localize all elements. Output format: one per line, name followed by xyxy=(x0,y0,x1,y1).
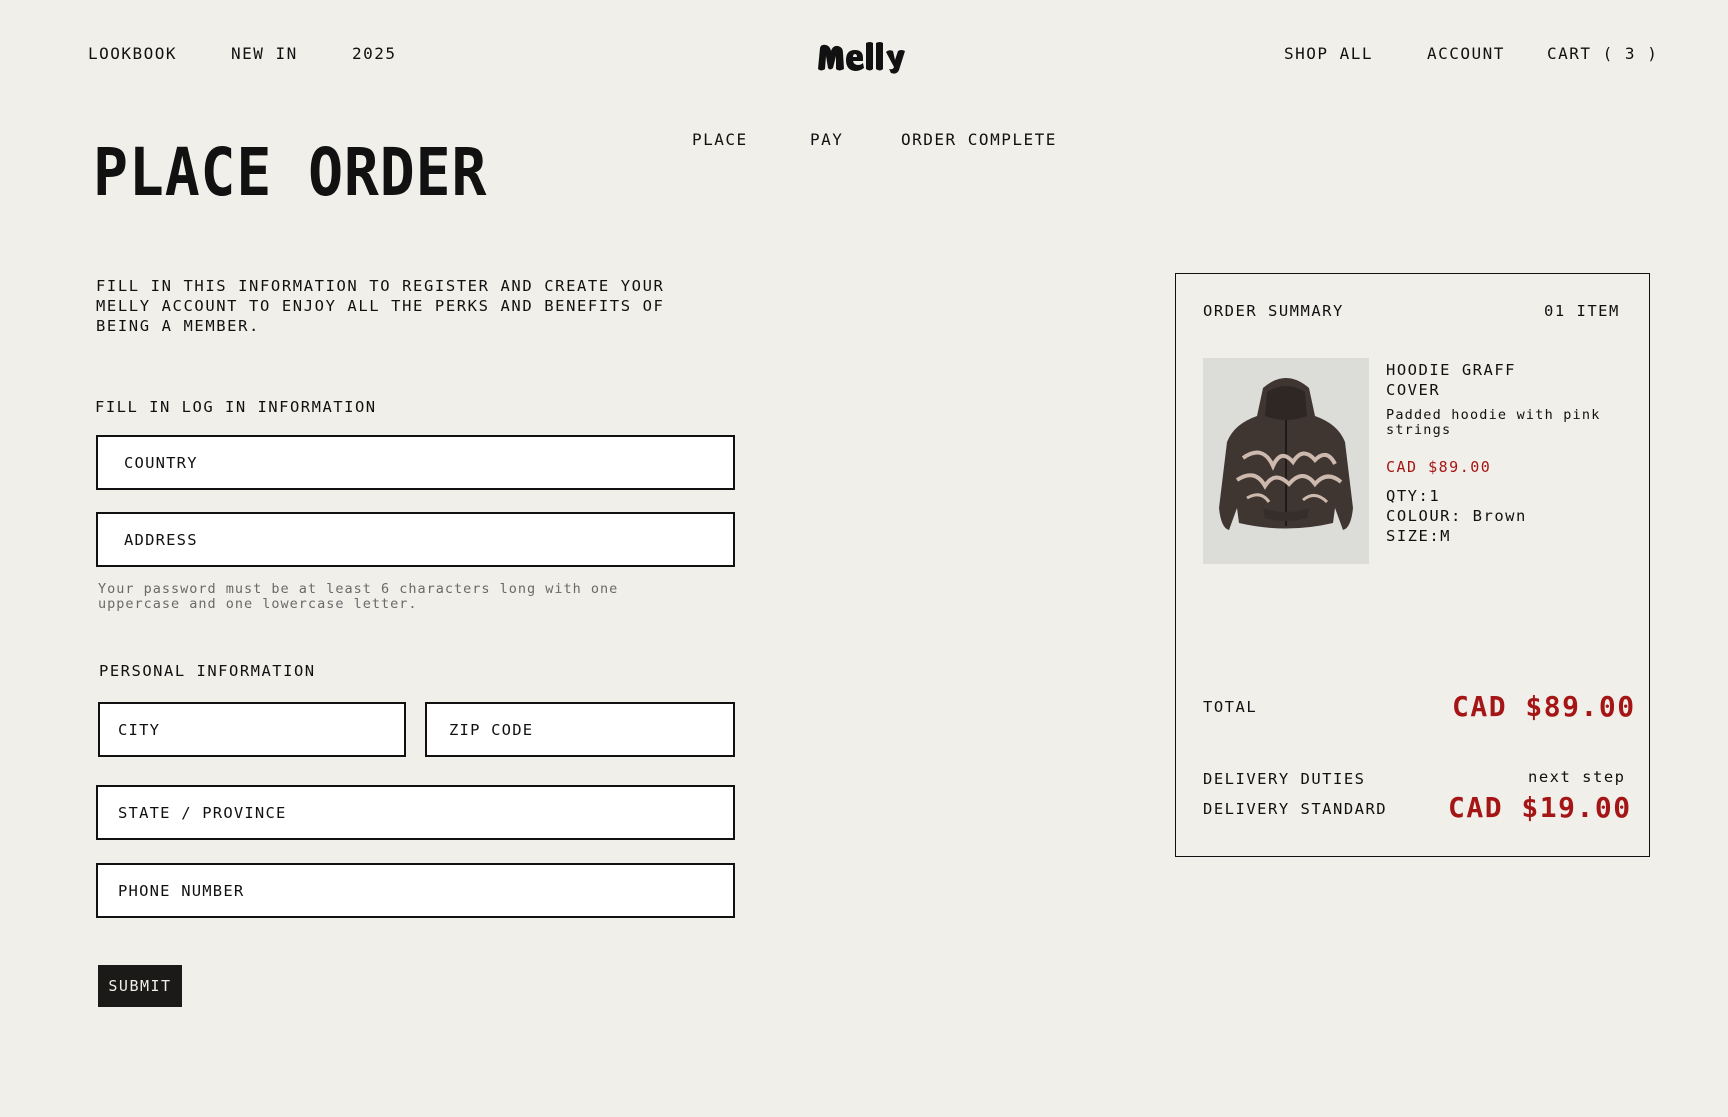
product-name-line2: COVER xyxy=(1386,381,1441,399)
submit-button[interactable]: SUBMIT xyxy=(98,965,182,1007)
nav-lookbook[interactable]: LOOKBOOK xyxy=(88,44,177,63)
address-field[interactable]: ADDRESS xyxy=(96,512,735,567)
product-image[interactable] xyxy=(1203,358,1369,564)
state-province-field[interactable]: STATE / PROVINCE xyxy=(96,785,735,840)
zip-code-field[interactable]: ZIP CODE xyxy=(425,702,735,757)
product-name-line1: HOODIE GRAFF xyxy=(1386,361,1516,379)
zip-code-placeholder: ZIP CODE xyxy=(449,720,534,739)
step-place[interactable]: PLACE xyxy=(692,130,748,149)
delivery-standard-label: DELIVERY STANDARD xyxy=(1203,800,1388,818)
country-field[interactable]: COUNTRY xyxy=(96,435,735,490)
personal-section-label: PERSONAL INFORMATION xyxy=(99,662,316,680)
nav-cart[interactable]: CART ( 3 ) xyxy=(1547,44,1658,63)
phone-number-placeholder: PHONE NUMBER xyxy=(118,881,245,900)
brand-logo[interactable] xyxy=(815,38,911,74)
password-hint: Your password must be at least 6 charact… xyxy=(98,581,619,612)
total-label: TOTAL xyxy=(1203,698,1258,716)
city-field[interactable]: CITY xyxy=(98,702,406,757)
state-province-placeholder: STATE / PROVINCE xyxy=(118,803,287,822)
login-section-label: FILL IN LOG IN INFORMATION xyxy=(95,398,377,416)
intro-text: FILL IN THIS INFORMATION TO REGISTER AND… xyxy=(96,277,665,335)
nav-new-in[interactable]: NEW IN xyxy=(231,44,298,63)
nav-shop-all[interactable]: SHOP ALL xyxy=(1284,44,1373,63)
step-pay[interactable]: PAY xyxy=(810,130,843,149)
phone-number-field[interactable]: PHONE NUMBER xyxy=(96,863,735,918)
country-placeholder: COUNTRY xyxy=(124,453,198,472)
address-placeholder: ADDRESS xyxy=(124,530,198,549)
product-colour: COLOUR: Brown xyxy=(1386,507,1527,525)
total-value: CAD $89.00 xyxy=(1452,690,1636,723)
delivery-duties-label: DELIVERY DUTIES xyxy=(1203,770,1366,788)
nav-2025[interactable]: 2025 xyxy=(352,44,397,63)
product-qty: QTY:1 xyxy=(1386,487,1441,505)
step-order-complete[interactable]: ORDER COMPLETE xyxy=(901,130,1057,149)
order-summary-title: ORDER SUMMARY xyxy=(1203,302,1344,320)
city-placeholder: CITY xyxy=(118,720,161,739)
page-title: PLACE ORDER xyxy=(93,134,488,211)
product-attributes: QTY:1 COLOUR: Brown SIZE:M xyxy=(1386,486,1527,546)
order-item-count: 01 ITEM xyxy=(1544,302,1620,320)
delivery-duties-value: next step xyxy=(1528,768,1626,786)
product-description: Padded hoodie with pink strings xyxy=(1386,407,1601,438)
nav-account[interactable]: ACCOUNT xyxy=(1427,44,1505,63)
delivery-standard-value: CAD $19.00 xyxy=(1448,791,1632,824)
hoodie-icon xyxy=(1219,378,1353,530)
product-price: CAD $89.00 xyxy=(1386,458,1492,476)
product-name[interactable]: HOODIE GRAFF COVER xyxy=(1386,360,1516,400)
product-size: SIZE:M xyxy=(1386,527,1451,545)
